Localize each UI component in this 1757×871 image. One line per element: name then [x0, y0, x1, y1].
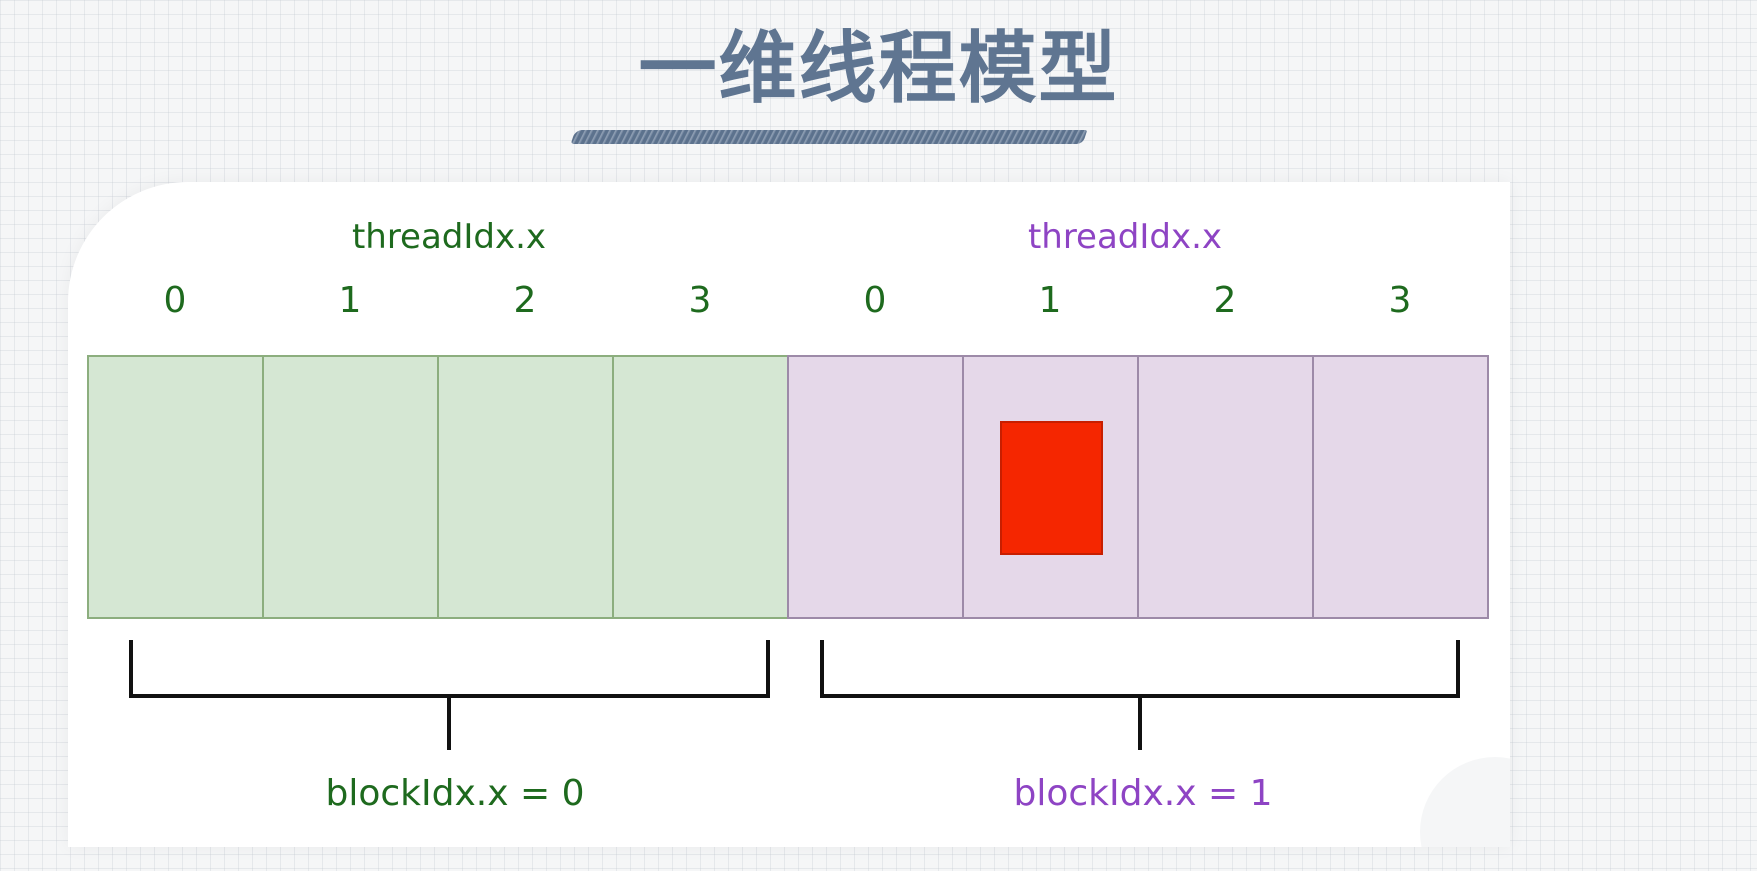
block1-brace	[820, 640, 1460, 750]
block0-thread-cell-3	[612, 355, 789, 619]
block1-index-2: 2	[1214, 280, 1237, 321]
block0-index-3: 3	[689, 280, 712, 321]
block0-index-0: 0	[164, 280, 187, 321]
block0-thread-cell-0	[87, 355, 264, 619]
block1-index-0: 0	[864, 280, 887, 321]
block1-thread-label: threadIdx.x	[1028, 217, 1222, 257]
block1-thread-cell-2	[1137, 355, 1314, 619]
block1-index-3: 3	[1389, 280, 1412, 321]
block1-index-1: 1	[1039, 280, 1062, 321]
block1-thread-cell-0	[787, 355, 964, 619]
block1-thread-cell-3	[1312, 355, 1489, 619]
highlighted-thread-marker	[1000, 421, 1103, 555]
block0-index-1: 1	[339, 280, 362, 321]
block0-brace	[129, 640, 770, 750]
thread-model-diagram: threadIdx.x threadIdx.x 0 1 2 3 0 1 2 3 …	[87, 217, 1489, 814]
block0-thread-cell-2	[437, 355, 614, 619]
block1-label: blockIdx.x = 1	[1014, 773, 1273, 814]
block0-thread-cell-1	[262, 355, 439, 619]
block0-index-2: 2	[514, 280, 537, 321]
block0-label: blockIdx.x = 0	[326, 773, 585, 814]
block0-thread-label: threadIdx.x	[352, 217, 546, 257]
